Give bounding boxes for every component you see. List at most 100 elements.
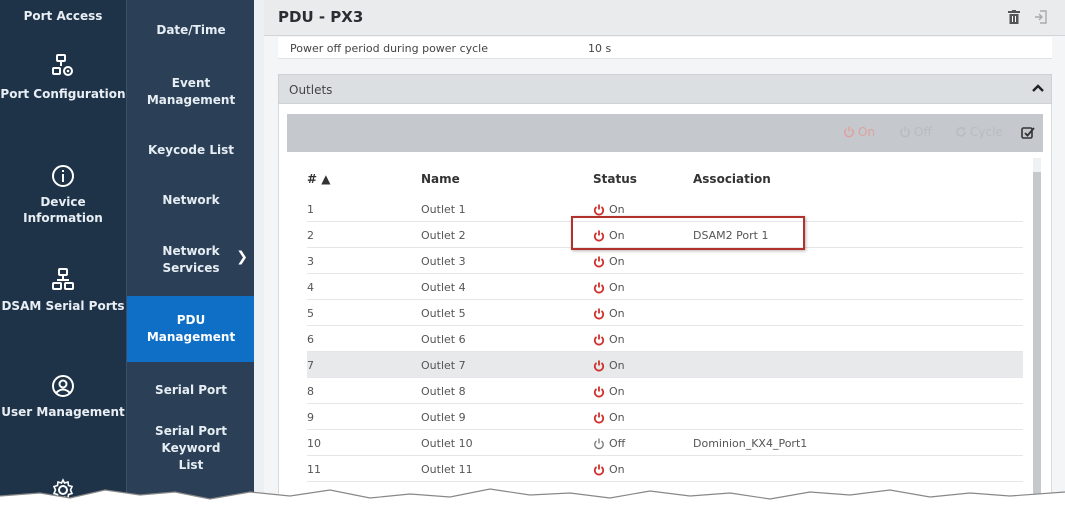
- power-icon: [593, 334, 605, 345]
- power-icon: [844, 126, 854, 138]
- power-icon: [593, 308, 605, 319]
- property-label: Power off period during power cycle: [290, 42, 489, 55]
- power-icon: [593, 256, 605, 267]
- power-icon: [593, 204, 605, 215]
- outlet-status: On: [593, 411, 625, 424]
- outlet-number: 9: [307, 411, 314, 424]
- submenu-item-serial-port[interactable]: Serial Port: [127, 370, 255, 410]
- table-row[interactable]: 5 Outlet 5 On: [307, 300, 1023, 326]
- outlet-number: 2: [307, 229, 314, 242]
- outlet-status: On: [593, 203, 625, 216]
- outlets-table: # ▲ Name Status Association 1 Outlet 1 On 2…: [287, 152, 1043, 508]
- power-cycle-button[interactable]: Cycle: [955, 125, 1003, 139]
- rail-item-label: DSAM Serial Ports: [1, 299, 125, 313]
- column-header-association[interactable]: Association: [693, 172, 771, 186]
- submenu-item-network[interactable]: Network: [127, 180, 255, 220]
- status-label: On: [609, 281, 625, 294]
- scrollbar-thumb[interactable]: [1033, 172, 1041, 506]
- property-value: 10 s: [588, 42, 612, 55]
- outlet-status: On: [593, 307, 625, 320]
- rail-item-device-information[interactable]: Device Information: [0, 164, 126, 226]
- main-nav-rail: Port Access Port Configuration Device In…: [0, 0, 126, 508]
- highlight-callout: [571, 216, 805, 250]
- submenu-item-serial-port-keyword-list[interactable]: Serial Port Keyword List: [127, 424, 255, 472]
- section-title: Outlets: [289, 83, 333, 97]
- scrollbar[interactable]: [1033, 158, 1041, 506]
- outlet-name: Outlet 6: [421, 333, 466, 346]
- column-header-status[interactable]: Status: [593, 172, 637, 186]
- table-row[interactable]: 7 Outlet 7 On: [307, 352, 1023, 378]
- table-row[interactable]: 8 Outlet 8 On: [307, 378, 1023, 404]
- content-gutter: [254, 0, 264, 508]
- cycle-icon: [956, 126, 966, 137]
- outlets-panel: On Off Cycle # ▲ Name Status Association…: [278, 104, 1052, 508]
- outlet-status: On: [593, 281, 625, 294]
- table-row[interactable]: 9 Outlet 9 On: [307, 404, 1023, 430]
- page-header: PDU - PX3: [264, 0, 1065, 36]
- rail-item-label: Device Information: [23, 195, 103, 225]
- main-content: PDU - PX3 Power off period during power …: [264, 0, 1065, 508]
- serial-ports-icon: [52, 268, 74, 290]
- outlet-association: Dominion_KX4_Port1: [693, 437, 808, 450]
- submenu-item-label: Keycode List: [148, 142, 234, 157]
- outlet-name: Outlet 10: [421, 437, 473, 450]
- submenu-item-event-management[interactable]: Event Management: [127, 70, 255, 114]
- column-header-number[interactable]: # ▲: [307, 172, 330, 186]
- power-icon: [593, 412, 605, 423]
- outlet-name: Outlet 1: [421, 203, 466, 216]
- outlet-number: 7: [307, 359, 314, 372]
- chevron-up-icon[interactable]: [1031, 81, 1045, 95]
- outlet-status: On: [593, 359, 625, 372]
- power-cycle-label: Cycle: [970, 125, 1003, 139]
- power-icon: [900, 126, 910, 138]
- power-on-button[interactable]: On: [843, 125, 875, 139]
- user-icon: [52, 375, 74, 397]
- column-header-name[interactable]: Name: [421, 172, 460, 186]
- outlet-status: On: [593, 255, 625, 268]
- outlets-section-header[interactable]: Outlets: [278, 74, 1052, 104]
- rail-item-port-configuration[interactable]: Port Configuration: [0, 54, 126, 102]
- table-row[interactable]: 6 Outlet 6 On: [307, 326, 1023, 352]
- outlet-status: On: [593, 385, 625, 398]
- power-icon: [594, 438, 604, 449]
- rail-item-dsam-serial-ports[interactable]: DSAM Serial Ports: [0, 268, 126, 314]
- submenu-item-date-time[interactable]: Date/Time: [127, 10, 255, 50]
- rail-item-user-management[interactable]: User Management: [0, 374, 126, 420]
- settings-submenu: Date/Time Event Management Keycode List …: [126, 0, 255, 508]
- submenu-item-label: Serial Port: [155, 382, 227, 397]
- rail-item-port-access[interactable]: Port Access: [0, 8, 126, 24]
- outlet-name: Outlet 4: [421, 281, 466, 294]
- outlet-number: 5: [307, 307, 314, 320]
- outlet-name: Outlet 2: [421, 229, 466, 242]
- submenu-item-label: PDU Management: [146, 313, 236, 344]
- status-label: On: [609, 255, 625, 268]
- power-off-button[interactable]: Off: [899, 125, 932, 139]
- network-gear-icon: [52, 54, 73, 76]
- info-icon: [52, 165, 74, 187]
- rail-item-label: Port Configuration: [0, 87, 126, 101]
- power-icon: [593, 386, 605, 397]
- outlet-name: Outlet 3: [421, 255, 466, 268]
- power-off-label: Off: [914, 125, 932, 139]
- logout-icon[interactable]: [1034, 10, 1048, 24]
- outlet-number: 1: [307, 203, 314, 216]
- trash-icon[interactable]: [1008, 10, 1020, 24]
- table-row[interactable]: 10 Outlet 10 Off Dominion_KX4_Port1: [307, 430, 1023, 456]
- chevron-right-icon: ❯: [236, 249, 248, 265]
- select-all-icon[interactable]: [1021, 126, 1035, 140]
- status-label: On: [609, 411, 625, 424]
- submenu-item-keycode-list[interactable]: Keycode List: [127, 130, 255, 170]
- outlet-number: 4: [307, 281, 314, 294]
- submenu-item-pdu-management[interactable]: PDU Management: [127, 296, 255, 362]
- outlet-number: 3: [307, 255, 314, 268]
- power-icon: [593, 282, 605, 293]
- outlets-toolbar: On Off Cycle: [287, 114, 1043, 152]
- table-row[interactable]: 3 Outlet 3 On: [307, 248, 1023, 274]
- submenu-item-label: Network: [162, 192, 220, 207]
- submenu-item-label: Network Services: [162, 244, 220, 275]
- torn-paper-edge: [0, 488, 1065, 508]
- outlet-number: 6: [307, 333, 314, 346]
- submenu-item-label: Date/Time: [156, 22, 226, 37]
- power-icon: [593, 360, 605, 371]
- table-row[interactable]: 4 Outlet 4 On: [307, 274, 1023, 300]
